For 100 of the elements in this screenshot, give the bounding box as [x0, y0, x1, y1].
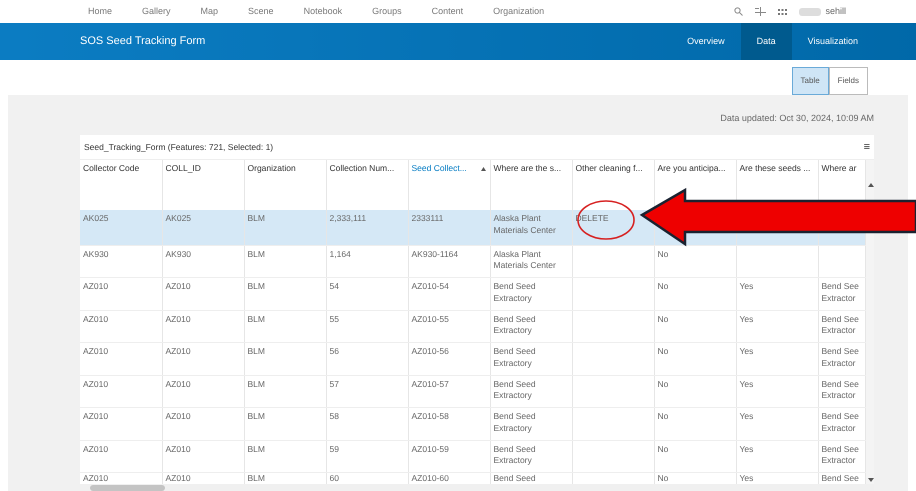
table-cell-text: Bend Seed Extractory [494, 378, 537, 402]
nav-link[interactable]: Gallery [142, 4, 171, 18]
table-cell-text: Bend Seed Extractory [494, 281, 537, 304]
table-cell: BLM [248, 473, 265, 484]
table-cell: Yes [740, 411, 754, 422]
nav-link[interactable]: Notebook [304, 4, 342, 18]
search-icon[interactable] [734, 7, 744, 16]
table-cell: 1,164 [330, 248, 351, 260]
table-cell: AZ010 [166, 473, 191, 484]
table-cell: BLM [248, 281, 265, 292]
table-cell: AZ010 [83, 411, 108, 422]
tab[interactable]: Visualization [792, 23, 874, 60]
table-cell: BLM [248, 314, 265, 325]
table-cell: Yes [740, 473, 754, 484]
column-header[interactable]: Where are the s... [494, 163, 562, 173]
table-cell: AZ010 [166, 346, 191, 358]
table-cell: BLM [248, 346, 265, 358]
table-cell: AZ010-56 [412, 346, 449, 358]
column-header[interactable]: Organization [248, 163, 296, 173]
table-cell: AK930 [83, 248, 109, 260]
table-cell: AZ010-59 [412, 444, 449, 455]
table-cell: Yes [740, 378, 754, 390]
table-cell-text: Bend See Extractor [822, 281, 860, 304]
table-title: Seed_Tracking_Form (Features: 721, Selected: 1) [84, 140, 274, 154]
nav-link[interactable]: Scene [248, 4, 274, 18]
table-cell: 58 [330, 411, 339, 422]
table-cell: 57 [330, 378, 339, 390]
table-cell: AK025 [83, 213, 109, 224]
table-cell-text: Bend See Extractor [822, 378, 860, 402]
table-cell: AZ010 [166, 314, 191, 325]
apps-icon[interactable] [778, 8, 788, 14]
table-cell: AZ010 [166, 281, 191, 292]
nav-link[interactable]: Map [200, 4, 218, 18]
column-header[interactable]: Collector Code [83, 163, 140, 173]
table-cell: BLM [248, 213, 265, 224]
nav-link[interactable]: Content [432, 4, 464, 18]
table-cell: AZ010 [166, 411, 191, 422]
table-cell: 60 [330, 473, 339, 484]
table-cell: AZ010 [166, 378, 191, 390]
table-cell: BLM [248, 248, 265, 260]
column-header[interactable]: Are you anticipa... [658, 163, 726, 173]
circle-mark [577, 200, 635, 240]
table-cell: No [658, 473, 668, 484]
column-header[interactable]: Are these seeds ... [740, 163, 810, 173]
table-cell-text: Alaska Plant Materials Center [494, 213, 557, 236]
table-cell: Bend See [822, 473, 859, 484]
table-cell-text: Bend Seed Extractory [494, 444, 537, 466]
table-cell: 59 [330, 444, 339, 455]
table-cell: BLM [248, 378, 265, 390]
table-cell: Bend Seed [494, 473, 536, 484]
table-cell: 54 [330, 281, 339, 292]
table-cell: 55 [330, 314, 339, 325]
update-time: Data updated: Oct 30, 2024, 10:09 AM [719, 112, 874, 125]
table-cell: AZ010 [83, 473, 108, 484]
table-cell: AZ010-57 [412, 378, 449, 390]
table-cell: No [658, 346, 668, 358]
table-cell-text: Bend Seed Extractory [494, 411, 537, 434]
table-cell: AZ010 [83, 281, 108, 292]
nav-link[interactable]: Groups [372, 4, 402, 18]
tab[interactable]: Data [740, 23, 792, 60]
tab[interactable]: Overview [671, 23, 741, 60]
table-cell: 2,333,111 [330, 213, 366, 224]
nav-link[interactable]: Home [88, 4, 112, 18]
table-cell: Yes [740, 281, 754, 292]
column-header[interactable]: Seed Collect... [412, 163, 467, 173]
toggle-button[interactable]: Table [792, 67, 829, 95]
table-cell: BLM [248, 444, 265, 455]
table-cell: 56 [330, 346, 339, 358]
column-header[interactable]: Where ar [822, 163, 856, 173]
table-cell: AK025 [166, 213, 192, 224]
table-cell: 2333111 [412, 213, 444, 224]
column-header[interactable]: Other cleaning f... [576, 163, 643, 173]
menu-button[interactable]: ≡ [864, 138, 870, 156]
column-header[interactable]: COLL_ID [166, 163, 201, 173]
table-cell-text: Bend See Extractor [822, 346, 860, 369]
table-cell: No [658, 378, 668, 390]
table-cell-text: Bend Seed Extractory [494, 314, 537, 336]
table-cell: Yes [740, 444, 754, 455]
table-cell: No [658, 411, 668, 422]
table-cell: No [658, 281, 668, 292]
table-cell: No [658, 314, 668, 325]
column-header[interactable]: Collection Num... [330, 163, 394, 173]
table-cell: No [658, 248, 668, 260]
table-cell-text: Bend See Extractor [822, 411, 860, 434]
nav-link[interactable]: Organization [493, 4, 544, 18]
table-cell: AZ010-58 [412, 411, 449, 422]
table-cell: AZ010 [83, 378, 108, 390]
table-cell: AZ010 [83, 346, 108, 358]
toggle-button[interactable]: Fields [828, 67, 868, 95]
table-cell: AZ010 [83, 314, 108, 325]
table-cell-text: Bend Seed Extractory [494, 346, 537, 369]
table-cell: AK930-1164 [412, 248, 458, 260]
table-cell: AK930 [166, 248, 192, 260]
table-cell: AZ010-60 [412, 473, 449, 484]
table-cell: No [658, 444, 668, 455]
table-cell: Yes [740, 314, 754, 325]
user-name[interactable]: sehill [825, 4, 846, 18]
table-cell: AZ010 [166, 444, 191, 455]
sort-caret-icon[interactable] [480, 166, 486, 171]
app-title: SOS Seed Tracking Form [80, 34, 206, 50]
